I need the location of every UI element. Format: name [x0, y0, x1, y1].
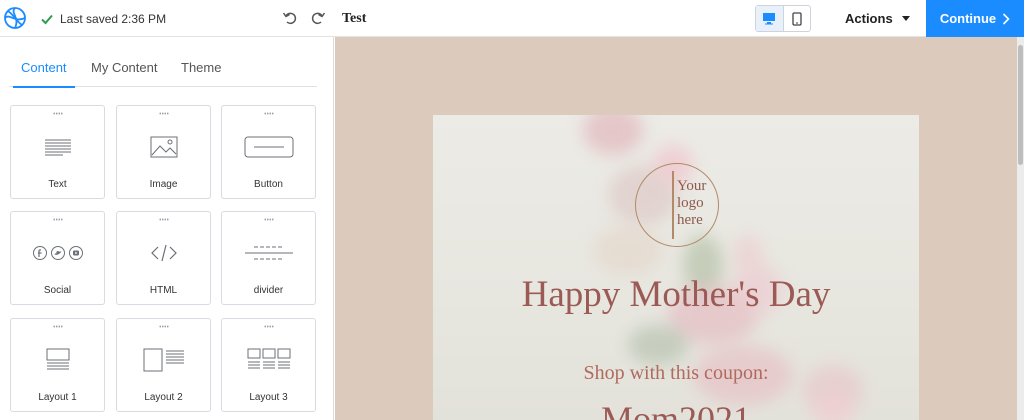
- drag-handle-icon[interactable]: [159, 218, 169, 221]
- logo-divider: [672, 171, 674, 239]
- desktop-view-button[interactable]: [756, 6, 784, 31]
- layout-2-icon: [143, 348, 184, 372]
- app-logo-icon[interactable]: [2, 5, 28, 31]
- button-icon: [244, 136, 293, 158]
- block-text[interactable]: Text: [10, 105, 105, 199]
- block-label: Social: [43, 285, 72, 296]
- block-button[interactable]: Button: [221, 105, 316, 199]
- social-icon: [32, 246, 83, 260]
- tab-my-content[interactable]: My Content: [91, 49, 157, 87]
- scrollbar-thumb[interactable]: [1018, 45, 1023, 165]
- drag-handle-icon[interactable]: [264, 112, 274, 115]
- device-toggle: [755, 5, 811, 32]
- block-label: Text: [48, 179, 67, 190]
- block-social[interactable]: Social: [10, 211, 105, 305]
- drag-handle-icon[interactable]: [53, 112, 63, 115]
- undo-icon[interactable]: [282, 10, 298, 26]
- continue-button[interactable]: Continue: [926, 0, 1024, 37]
- drag-handle-icon[interactable]: [53, 218, 63, 221]
- layout-3-icon: [247, 348, 290, 369]
- layout-1-icon: [46, 348, 69, 370]
- html-icon: [150, 244, 177, 262]
- email-headline[interactable]: Happy Mother's Day: [433, 273, 919, 316]
- drag-handle-icon[interactable]: [53, 325, 63, 328]
- document-title[interactable]: Test: [342, 0, 366, 37]
- mobile-view-button[interactable]: [784, 6, 811, 31]
- chevron-right-icon: [1003, 12, 1010, 25]
- email-subheadline[interactable]: Shop with this coupon:: [433, 362, 919, 385]
- content-panel: Content My Content Theme Text Image Butt…: [0, 37, 334, 420]
- block-label: Layout 1: [38, 392, 77, 403]
- save-status: Last saved 2:36 PM: [40, 0, 166, 37]
- coupon-code[interactable]: Mom2021: [433, 398, 919, 420]
- email-canvas[interactable]: Your logo here Happy Mother's Day Shop w…: [335, 37, 1017, 420]
- drag-handle-icon[interactable]: [159, 325, 169, 328]
- canvas-scrollbar[interactable]: [1017, 37, 1024, 420]
- save-status-text: Last saved 2:36 PM: [60, 11, 167, 26]
- drag-handle-icon[interactable]: [264, 218, 274, 221]
- block-html[interactable]: HTML: [116, 211, 211, 305]
- top-bar: Last saved 2:36 PM Test Actions Continue: [0, 0, 1024, 37]
- tab-content[interactable]: Content: [13, 49, 75, 88]
- mobile-icon: [792, 11, 802, 26]
- divider-icon: [244, 246, 293, 260]
- drag-handle-icon[interactable]: [264, 325, 274, 328]
- panel-tabs: Content My Content Theme: [9, 49, 317, 88]
- text-icon: [44, 139, 71, 156]
- email-preview[interactable]: Your logo here Happy Mother's Day Shop w…: [433, 115, 919, 420]
- desktop-icon: [763, 13, 776, 25]
- block-layout-1[interactable]: Layout 1: [10, 318, 105, 412]
- block-layout-2[interactable]: Layout 2: [116, 318, 211, 412]
- flower-shape: [733, 235, 763, 275]
- block-label: Layout 2: [144, 392, 183, 403]
- flower-shape: [583, 115, 643, 155]
- block-label: divider: [253, 285, 284, 296]
- check-icon: [41, 14, 53, 24]
- logo-text: Your logo here: [677, 178, 707, 228]
- actions-menu-button[interactable]: Actions: [845, 0, 910, 37]
- tab-theme[interactable]: Theme: [181, 49, 221, 87]
- image-icon: [150, 136, 177, 158]
- block-label: Button: [254, 179, 283, 190]
- caret-down-icon: [901, 16, 910, 21]
- leaf-shape: [628, 325, 688, 365]
- redo-icon[interactable]: [310, 10, 326, 26]
- block-layout-3[interactable]: Layout 3: [221, 318, 316, 412]
- block-label: HTML: [149, 285, 178, 296]
- block-image[interactable]: Image: [116, 105, 211, 199]
- block-divider[interactable]: divider: [221, 211, 316, 305]
- drag-handle-icon[interactable]: [159, 112, 169, 115]
- actions-label: Actions: [845, 11, 893, 26]
- block-label: Image: [149, 179, 178, 190]
- continue-label: Continue: [939, 11, 997, 26]
- block-label: Layout 3: [249, 392, 288, 403]
